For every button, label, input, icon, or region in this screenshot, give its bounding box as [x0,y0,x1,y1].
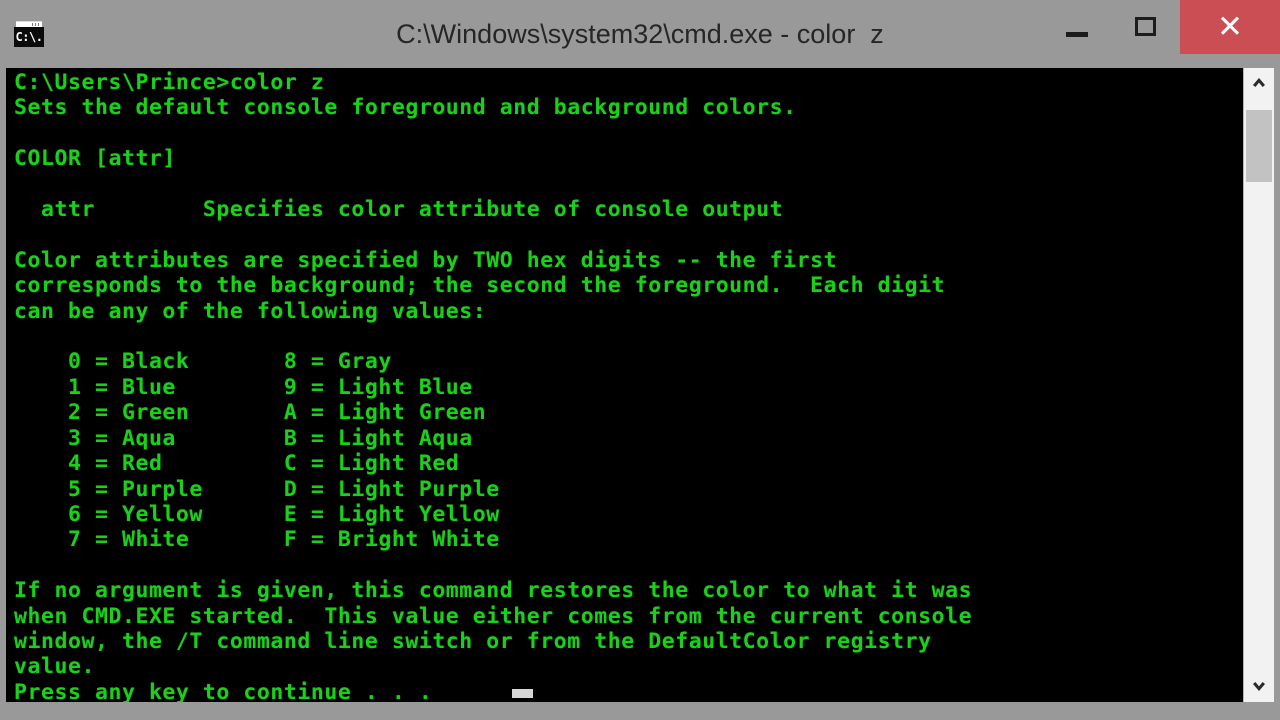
window-controls: ✕ [1042,0,1280,68]
cmd-window: C:\. C:\Windows\system32\cmd.exe - color… [0,0,1280,720]
console-scrollbar[interactable] [1243,68,1274,702]
console-text: C:\Users\Prince>color z Sets the default… [14,70,973,702]
text-cursor [512,689,533,698]
maximize-icon [1134,17,1156,36]
close-icon: ✕ [1217,9,1243,44]
console-output-area[interactable]: C:\Users\Prince>color z Sets the default… [6,68,1243,702]
minimize-button[interactable] [1042,0,1111,54]
close-button[interactable]: ✕ [1180,0,1280,54]
scroll-down-button[interactable] [1244,672,1274,702]
scrollbar-thumb[interactable] [1246,110,1272,182]
maximize-button[interactable] [1111,0,1180,54]
title-bar[interactable]: C:\. C:\Windows\system32\cmd.exe - color… [0,0,1280,68]
chevron-up-icon [1253,78,1265,87]
window-bottom-border [0,702,1280,720]
scroll-up-button[interactable] [1244,68,1274,98]
console-frame: C:\Users\Prince>color z Sets the default… [0,68,1280,704]
chevron-down-icon [1253,682,1265,691]
minimize-icon [1065,32,1088,37]
